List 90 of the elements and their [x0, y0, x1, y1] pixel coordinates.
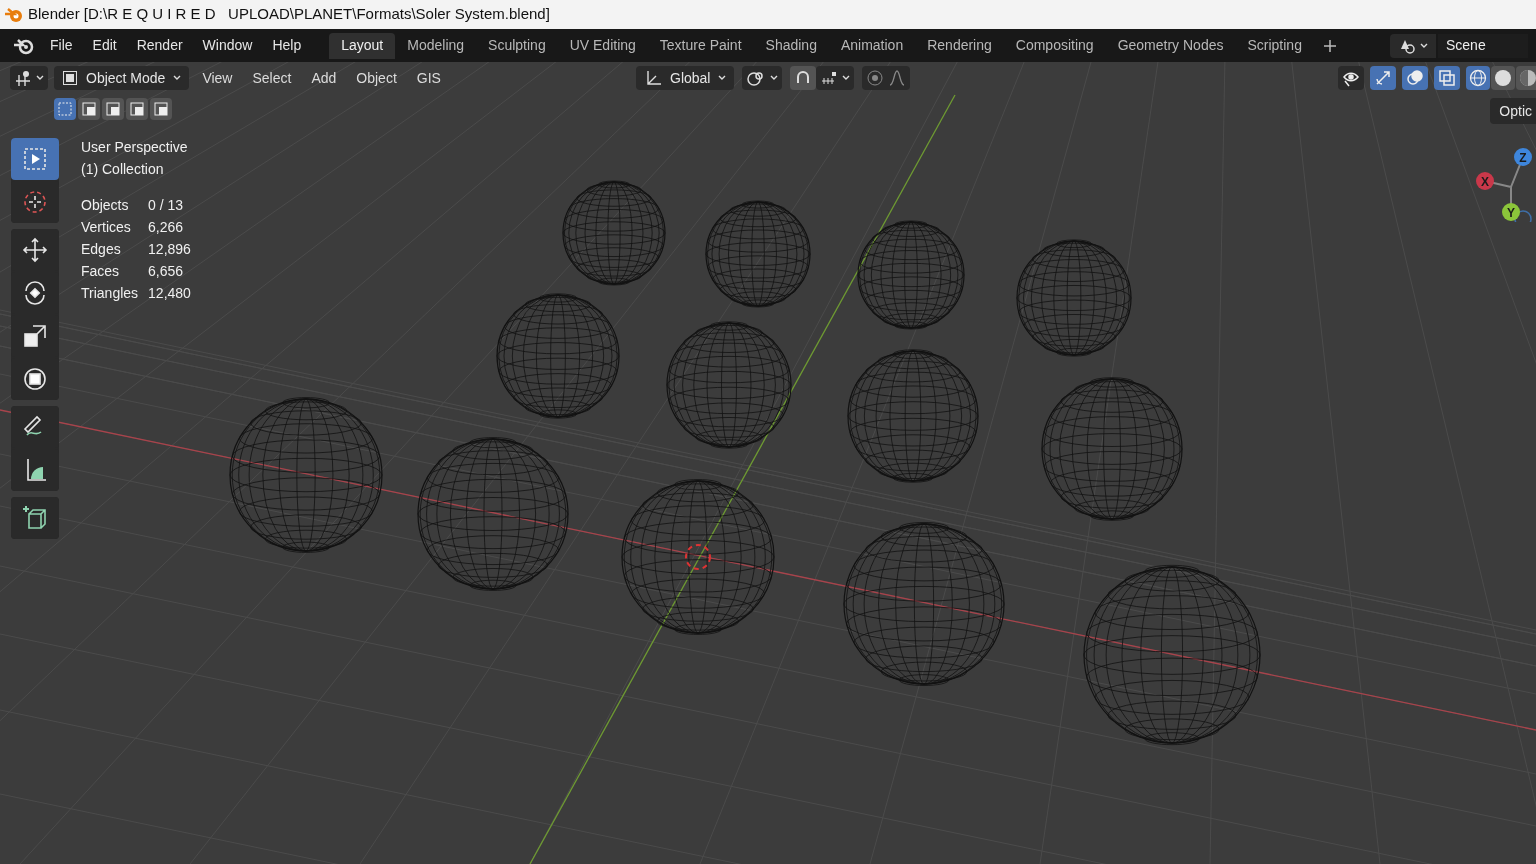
add-icon[interactable]	[1321, 37, 1338, 54]
workspace-tab[interactable]: Geometry Nodes	[1105, 32, 1236, 59]
menu-item[interactable]: Window	[192, 35, 263, 56]
stat-value: 12,896	[148, 240, 191, 259]
stat-label: Vertices	[81, 218, 132, 237]
shading-mode-button[interactable]	[1491, 66, 1515, 90]
viewport-toggle[interactable]	[1370, 66, 1396, 90]
scene-field[interactable]: Scene	[1438, 33, 1528, 58]
add-cube-icon	[21, 504, 49, 532]
collection-label: (1) Collection	[81, 160, 165, 179]
stat-value: 6,656	[148, 262, 185, 281]
menu-item[interactable]: Render	[126, 35, 193, 56]
stat-label: Triangles	[81, 284, 139, 303]
caret-icon	[1420, 42, 1428, 49]
view-label: User Perspective	[81, 138, 189, 157]
select-mode-button[interactable]	[78, 98, 100, 120]
cursor-marker	[685, 544, 711, 570]
xray-icon	[1438, 69, 1456, 87]
editor-type-button[interactable]	[10, 66, 48, 90]
scale-icon	[21, 322, 49, 350]
overlay-icon	[1406, 69, 1424, 87]
menu-item[interactable]: File	[40, 35, 83, 56]
transform-icon	[21, 365, 49, 393]
proportional-edit-button[interactable]	[862, 66, 911, 90]
select-mode-icon	[106, 102, 120, 116]
wireframe-shading-icon	[1469, 69, 1487, 87]
menu-item[interactable]: Edit	[82, 35, 127, 56]
workspace-tab[interactable]: Texture Paint	[647, 32, 754, 59]
caret-icon	[36, 75, 44, 81]
scene-selector[interactable]	[1390, 33, 1436, 58]
snap-target-button[interactable]	[816, 66, 855, 90]
viewport-toggle[interactable]	[1402, 66, 1428, 90]
stat-value: 12,480	[148, 284, 191, 303]
caret-icon	[173, 75, 182, 81]
window-title: Blender [D:\R E Q U I R E D UPLOAD\PLANET\Formats\Soler System.blend]	[28, 4, 550, 25]
select-mode-button[interactable]	[102, 98, 124, 120]
workspace-tab[interactable]: Sculpting	[476, 32, 558, 59]
stat-value: 0 / 13	[148, 196, 185, 215]
shading-mode-button[interactable]	[1516, 66, 1536, 90]
axes-icon	[14, 69, 32, 87]
workspace-tab[interactable]: Animation	[828, 32, 916, 59]
object-mode-icon	[62, 70, 78, 86]
tool-button[interactable]	[11, 497, 59, 539]
stat-label: Edges	[81, 240, 122, 259]
workspace-tab[interactable]: Modeling	[395, 32, 477, 59]
proportional-icon	[866, 69, 885, 87]
mode-dropdown[interactable]: Object Mode	[54, 66, 190, 90]
header-menu-item[interactable]: View	[195, 67, 240, 89]
workspace-tab[interactable]: Compositing	[1003, 32, 1106, 59]
menu-item[interactable]: Help	[262, 35, 312, 56]
options-button[interactable]: Optic	[1490, 98, 1536, 124]
caret-icon	[842, 75, 851, 81]
blender-logo-icon	[4, 5, 24, 24]
material-shading-icon	[1519, 69, 1536, 87]
snap-increment-icon	[820, 69, 839, 87]
orientation-dropdown[interactable]: Global	[636, 66, 735, 90]
caret-icon	[718, 75, 727, 81]
select-mode-icon	[82, 102, 96, 116]
workspace-tab[interactable]: Scripting	[1235, 32, 1314, 59]
select-mode-button[interactable]	[150, 98, 172, 120]
shading-mode-button[interactable]	[1466, 66, 1490, 90]
stat-value: 6,266	[148, 218, 185, 237]
crosshair-icon	[21, 188, 49, 216]
header-menu-item[interactable]: GIS	[409, 67, 448, 89]
move-icon	[21, 236, 49, 264]
pivot-button[interactable]	[742, 66, 783, 90]
select-mode-icon	[130, 102, 144, 116]
select-box-icon	[21, 145, 49, 173]
header-menu-item[interactable]: Add	[304, 67, 344, 89]
viewport-toggle[interactable]	[1434, 66, 1460, 90]
navigation-gizmo-drawing[interactable]: X Z Y	[1466, 142, 1536, 222]
workspace-tab[interactable]: Rendering	[915, 32, 1004, 59]
falloff-curve-icon	[888, 69, 907, 87]
workspace-tab[interactable]: UV Editing	[557, 32, 648, 59]
stat-label: Objects	[81, 196, 130, 215]
workspace-tab[interactable]: Shading	[753, 32, 829, 59]
select-mode-icon	[58, 102, 72, 116]
header-menu-item[interactable]: Select	[245, 67, 299, 89]
solid-shading-icon	[1494, 69, 1512, 87]
viewport-toggle[interactable]	[1338, 66, 1364, 90]
workspace-tab[interactable]: Layout	[329, 32, 396, 59]
select-mode-icon	[154, 102, 168, 116]
gizmo-icon	[1374, 69, 1392, 87]
header-menu-item[interactable]: Object	[349, 67, 404, 89]
snap-button[interactable]	[790, 66, 817, 90]
select-mode-button[interactable]	[54, 98, 76, 120]
select-mode-button[interactable]	[126, 98, 148, 120]
caret-icon	[770, 75, 779, 81]
axes-icon	[644, 69, 662, 87]
stat-label: Faces	[81, 262, 121, 281]
